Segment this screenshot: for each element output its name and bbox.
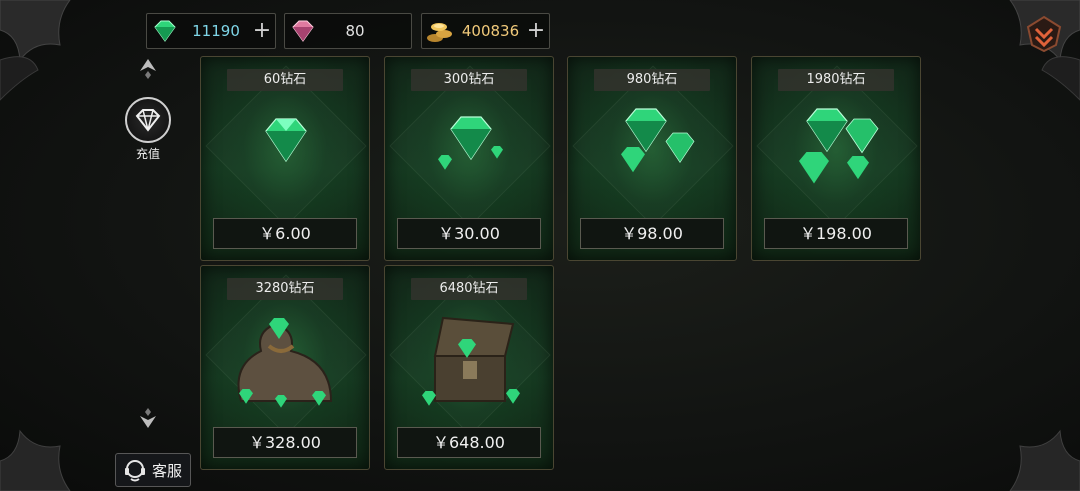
scroll-down-icon[interactable] — [137, 406, 159, 430]
product-price: ￥6.00 — [213, 218, 357, 249]
single-gem-icon — [265, 118, 307, 163]
product-price: ￥98.00 — [580, 218, 724, 249]
product-price: ￥648.00 — [397, 427, 541, 458]
gem-sack-icon — [237, 318, 333, 408]
customer-service-label: 客服 — [152, 461, 183, 480]
corner-ornament-bottom-right — [1009, 429, 1080, 491]
product-title: 1980钻石 — [778, 69, 894, 91]
corner-ornament-top-left — [0, 0, 71, 101]
emblem-menu-button[interactable] — [1026, 15, 1062, 53]
gold-currency-display: 400836 + — [421, 13, 550, 49]
product-title: 980钻石 — [594, 69, 710, 91]
emerald-currency-display: 11190 + — [146, 13, 276, 49]
corner-ornament-bottom-left — [0, 429, 71, 491]
add-emerald-button[interactable]: + — [249, 13, 275, 49]
product-card-300[interactable]: 300钻石 ￥30.00 — [384, 56, 554, 261]
diamond-icon — [125, 97, 171, 143]
scroll-up-icon[interactable] — [137, 57, 159, 81]
emerald-amount: 11190 — [192, 22, 240, 40]
product-title: 300钻石 — [411, 69, 527, 91]
product-price: ￥198.00 — [764, 218, 908, 249]
customer-service-button[interactable]: 客服 — [115, 453, 191, 487]
product-card-3280[interactable]: 3280钻石 ￥328.00 — [200, 265, 370, 470]
add-gold-button[interactable]: + — [523, 13, 549, 49]
product-title: 3280钻石 — [227, 278, 343, 300]
ruby-amount: 80 — [345, 22, 365, 40]
gem-chest-icon — [422, 316, 520, 406]
product-card-60[interactable]: 60钻石 ￥6.00 — [200, 56, 370, 261]
ruby-currency-display: 80 — [284, 13, 412, 49]
gem-pile-icon — [621, 108, 695, 173]
product-price: ￥328.00 — [213, 427, 357, 458]
product-card-980[interactable]: 980钻石 ￥98.00 — [567, 56, 737, 261]
product-title: 60钻石 — [227, 69, 343, 91]
product-card-6480[interactable]: 6480钻石 ￥648.00 — [384, 265, 554, 470]
green-gem-icon — [147, 13, 183, 49]
gem-large-pile-icon — [799, 108, 879, 184]
recharge-label: 充值 — [135, 147, 160, 161]
corner-ornament-top-right — [1009, 0, 1080, 101]
gold-coins-icon — [422, 13, 458, 49]
gold-amount: 400836 — [461, 22, 520, 40]
gem-small-pile-icon — [438, 116, 503, 170]
product-price: ￥30.00 — [397, 218, 541, 249]
recharge-tab[interactable]: 充值 — [122, 97, 174, 161]
product-title: 6480钻石 — [411, 278, 527, 300]
pink-gem-icon — [285, 13, 321, 49]
product-card-1980[interactable]: 1980钻石 ￥198.00 — [751, 56, 921, 261]
headset-icon — [125, 460, 145, 482]
